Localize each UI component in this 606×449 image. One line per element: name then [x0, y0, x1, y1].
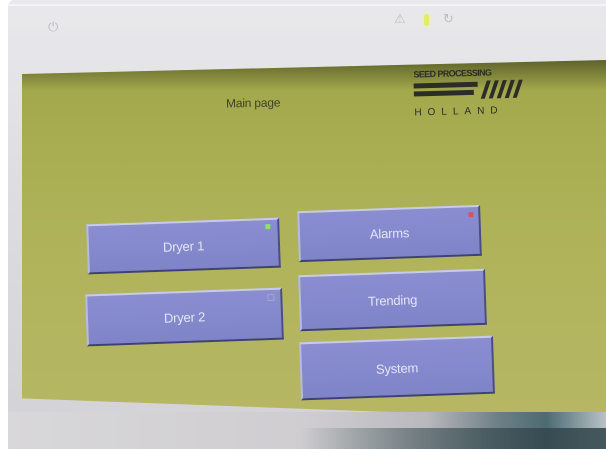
warning-icon: ⚠: [394, 12, 406, 27]
power-icon: ⏻: [48, 20, 59, 35]
status-indicator-icon: [265, 223, 271, 230]
logo-graphic: [413, 79, 527, 104]
logo-top-text: SEED PROCESSING: [413, 67, 492, 80]
page-title: Main page: [225, 95, 281, 111]
trending-label: Trending: [367, 291, 418, 309]
refresh-icon: ↻: [443, 12, 454, 27]
alarms-label: Alarms: [369, 225, 410, 242]
status-led-icon: [424, 14, 429, 26]
trending-button[interactable]: Trending: [298, 268, 487, 332]
dryer-2-button[interactable]: Dryer 2: [85, 287, 284, 347]
company-logo: SEED PROCESSING HOLLAND: [413, 67, 527, 130]
bezel-highlight: [8, 4, 606, 6]
background-shadow: [300, 428, 606, 449]
system-button[interactable]: System: [299, 335, 495, 401]
alarm-indicator-icon: [468, 212, 474, 218]
alarms-button[interactable]: Alarms: [297, 204, 482, 263]
dryer-1-label: Dryer 1: [162, 237, 205, 255]
dryer-1-button[interactable]: Dryer 1: [86, 217, 281, 275]
system-label: System: [375, 359, 419, 377]
status-indicator-icon: [267, 293, 275, 302]
logo-bottom-text: HOLLAND: [414, 105, 504, 119]
dryer-2-label: Dryer 2: [163, 308, 206, 326]
